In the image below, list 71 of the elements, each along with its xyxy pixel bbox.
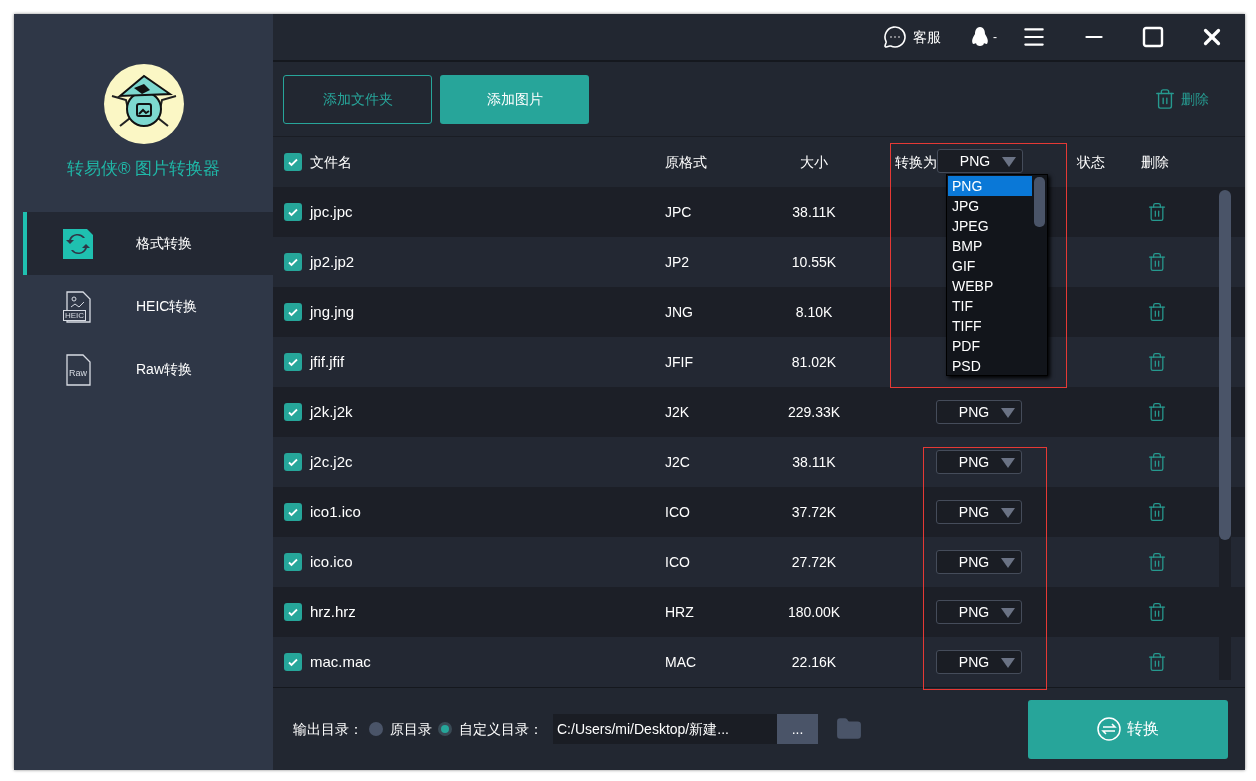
dropdown-option[interactable]: WEBP [948,276,1032,296]
table-cell-text: JFIF [665,352,694,372]
path-field[interactable]: C:/Users/mi/Desktop/新建... [553,714,777,744]
file-icon: HEIC [63,290,93,323]
sidebar-label: 格式转换 [136,234,192,253]
table-cell-text: ICO [665,502,691,522]
radio-label: 原目录 [390,719,432,739]
table-cell-text: JP2 [665,252,691,272]
table-cell-text: 229.33K [786,402,842,422]
table-cell-text: HRZ [665,602,695,622]
file-name: jfif.jfif [310,351,346,372]
table-cell-text: 8.10K [794,302,834,322]
dropdown-option[interactable]: JPG [948,196,1032,216]
table-cell-text: J2K [665,402,691,422]
file-name: hrz.hrz [310,601,357,622]
file-name: jng.jng [310,301,356,322]
dropdown-option[interactable]: PDF [948,336,1032,356]
table-cell-text: 10.55K [790,252,838,272]
sidebar-label: Raw转换 [136,360,192,379]
file-name: j2c.j2c [310,451,354,472]
browse-button[interactable]: ... [777,714,818,744]
file-name: ico.ico [310,551,354,572]
column-header: 状态 [1077,152,1106,172]
table-cell-text: 38.11K [791,202,837,222]
table-cell-text: 22.16K [790,652,838,672]
table-cell-text: 81.02K [790,352,838,372]
format-select[interactable]: PNG [936,400,1022,424]
format-select[interactable]: PNG [936,550,1022,574]
dropdown-option[interactable]: TIFF [948,316,1032,336]
format-select[interactable]: PNG [936,600,1022,624]
column-header: 原格式 [665,152,708,172]
column-header: 转换为 [895,152,937,172]
file-name: jp2.jp2 [310,251,356,272]
table-cell-text: JPC [665,202,693,222]
dropdown-option[interactable]: BMP [948,236,1032,256]
file-name: mac.mac [310,651,372,672]
output-label: 输出目录： [293,719,363,739]
dropdown-option[interactable]: GIF [948,256,1032,276]
table-cell-text: ICO [665,552,691,572]
column-header: 删除 [1141,152,1169,172]
format-select[interactable]: PNG [936,500,1022,524]
table-cell-text: 38.11K [791,452,837,472]
table-cell-text: 37.72K [790,502,838,522]
radio-label: 自定义目录： [459,719,543,739]
file-name: ico1.ico [310,501,362,522]
format-select[interactable]: PNG [936,450,1022,474]
sidebar-item[interactable]: Raw Raw转换 [23,338,273,401]
sidebar-item[interactable]: 格式转换 [23,212,273,275]
app-title: 转易侠® 图片转换器 [66,158,221,180]
file-icon: Raw [63,353,93,386]
dropdown-option[interactable]: JPEG [948,216,1032,236]
table-cell-text: 27.72K [790,552,838,572]
table-cell-text: MAC [665,652,698,672]
dropdown-option[interactable]: PNG [948,176,1032,196]
table-cell-text: 180.00K [786,602,842,622]
sidebar-label: HEIC转换 [136,297,198,316]
column-header: 大小 [799,152,829,172]
add-folder-button[interactable]: 添加文件夹 [283,74,432,124]
sidebar-item[interactable]: HEIC HEIC转换 [23,275,273,338]
dropdown-option[interactable]: TIF [948,296,1032,316]
service-link[interactable]: 客服 [913,26,941,48]
delete-link[interactable]: 删除 [1181,88,1209,110]
account-text: - [993,29,997,46]
file-name: j2k.j2k [310,401,354,422]
table-cell-text: J2C [665,452,691,472]
format-select[interactable]: PNG [937,149,1023,173]
format-select[interactable]: PNG [936,650,1022,674]
dropdown-option[interactable]: PSD [948,356,1032,376]
column-header: 文件名 [310,152,353,172]
file-name: jpc.jpc [310,201,354,222]
table-cell-text: JNG [665,302,694,322]
